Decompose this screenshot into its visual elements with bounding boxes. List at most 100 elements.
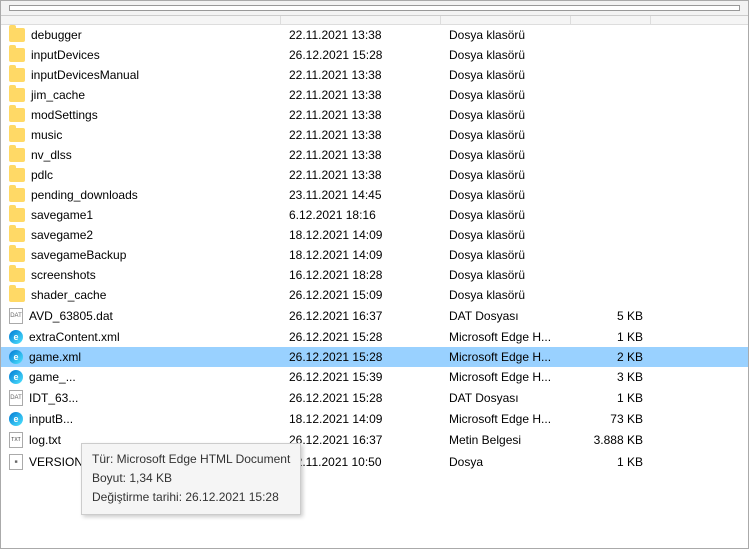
file-name-cell: pdlc (1, 166, 281, 184)
tooltip-line: Değiştirme tarihi: 26.12.2021 15:28 (92, 488, 290, 507)
file-kind: Microsoft Edge H... (441, 348, 571, 366)
file-modified: 26.12.2021 15:28 (281, 46, 441, 64)
file-kind: Dosya klasörü (441, 286, 571, 304)
table-row[interactable]: music 22.11.2021 13:38 Dosya klasörü (1, 125, 748, 145)
file-modified: 26.12.2021 15:28 (281, 389, 441, 407)
file-kind: Dosya klasörü (441, 266, 571, 284)
table-row[interactable]: nv_dlss 22.11.2021 13:38 Dosya klasörü (1, 145, 748, 165)
file-kind: Dosya (441, 453, 571, 471)
table-row[interactable]: e game_... 26.12.2021 15:39 Microsoft Ed… (1, 367, 748, 387)
file-name: music (31, 128, 62, 142)
folder-icon (9, 228, 25, 242)
txt-icon: TXT (9, 432, 23, 448)
file-name: AVD_63805.dat (29, 309, 113, 323)
file-kind: Dosya klasörü (441, 226, 571, 244)
file-list-container: debugger 22.11.2021 13:38 Dosya klasörü … (1, 25, 748, 548)
file-modified: 22.11.2021 13:38 (281, 106, 441, 124)
file-name: game.xml (29, 350, 81, 364)
table-row[interactable]: savegame2 18.12.2021 14:09 Dosya klasörü (1, 225, 748, 245)
file-size (571, 133, 651, 137)
file-name: shader_cache (31, 288, 106, 302)
file-kind: Dosya klasörü (441, 206, 571, 224)
address-bar (1, 1, 748, 16)
table-row[interactable]: TXT log.txt 26.12.2021 16:37 Metin Belge… (1, 429, 748, 451)
file-modified: 22.11.2021 13:38 (281, 146, 441, 164)
file-name-cell: screenshots (1, 266, 281, 284)
folder-icon (9, 128, 25, 142)
file-name-cell: music (1, 126, 281, 144)
file-size (571, 253, 651, 257)
file-modified: 22.11.2021 10:50 (281, 453, 441, 471)
col-size[interactable] (571, 16, 651, 24)
folder-icon (9, 268, 25, 282)
file-name: log.txt (29, 433, 61, 447)
file-name-cell: nv_dlss (1, 146, 281, 164)
file-modified: 26.12.2021 15:09 (281, 286, 441, 304)
table-row[interactable]: pdlc 22.11.2021 13:38 Dosya klasörü (1, 165, 748, 185)
file-size: 1 KB (571, 328, 651, 346)
file-size: 1 KB (571, 389, 651, 407)
file-name: pdlc (31, 168, 53, 182)
col-name[interactable] (1, 16, 281, 24)
table-row[interactable]: ■ VERSION 22.11.2021 10:50 Dosya 1 KB (1, 451, 748, 473)
file-modified: 26.12.2021 15:39 (281, 368, 441, 386)
table-row[interactable]: screenshots 16.12.2021 18:28 Dosya klasö… (1, 265, 748, 285)
file-name-cell: inputDevicesManual (1, 66, 281, 84)
file-name-cell: TXT log.txt (1, 430, 281, 450)
file-name: savegameBackup (31, 248, 126, 262)
table-row[interactable]: e extraContent.xml 26.12.2021 15:28 Micr… (1, 327, 748, 347)
folder-icon (9, 168, 25, 182)
file-modified: 26.12.2021 16:37 (281, 307, 441, 325)
file-name: savegame2 (31, 228, 93, 242)
file-modified: 18.12.2021 14:09 (281, 410, 441, 428)
file-name-cell: jim_cache (1, 86, 281, 104)
file-name: modSettings (31, 108, 98, 122)
table-row[interactable]: shader_cache 26.12.2021 15:09 Dosya klas… (1, 285, 748, 305)
edge-icon: e (9, 330, 23, 344)
file-size (571, 33, 651, 37)
table-row[interactable]: savegame1 6.12.2021 18:16 Dosya klasörü (1, 205, 748, 225)
table-row[interactable]: DAT AVD_63805.dat 26.12.2021 16:37 DAT D… (1, 305, 748, 327)
dat-icon: DAT (9, 308, 23, 324)
file-kind: Metin Belgesi (441, 431, 571, 449)
table-row[interactable]: debugger 22.11.2021 13:38 Dosya klasörü (1, 25, 748, 45)
file-kind: Dosya klasörü (441, 26, 571, 44)
file-size (571, 213, 651, 217)
table-row[interactable]: modSettings 22.11.2021 13:38 Dosya klasö… (1, 105, 748, 125)
table-row[interactable]: e game.xml 26.12.2021 15:28 Microsoft Ed… (1, 347, 748, 367)
file-modified: 26.12.2021 15:28 (281, 348, 441, 366)
file-kind: Microsoft Edge H... (441, 410, 571, 428)
table-row[interactable]: DAT IDT_63... 26.12.2021 15:28 DAT Dosya… (1, 387, 748, 409)
file-name: IDT_63... (29, 391, 78, 405)
file-name: inputDevices (31, 48, 100, 62)
file-kind: Dosya klasörü (441, 186, 571, 204)
file-kind: Microsoft Edge H... (441, 328, 571, 346)
file-modified: 22.11.2021 13:38 (281, 166, 441, 184)
table-row[interactable]: pending_downloads 23.11.2021 14:45 Dosya… (1, 185, 748, 205)
file-name-cell: savegameBackup (1, 246, 281, 264)
table-row[interactable]: jim_cache 22.11.2021 13:38 Dosya klasörü (1, 85, 748, 105)
col-modified[interactable] (281, 16, 441, 24)
file-explorer-window: debugger 22.11.2021 13:38 Dosya klasörü … (0, 0, 749, 549)
file-name-cell: e extraContent.xml (1, 328, 281, 346)
file-size: 1 KB (571, 453, 651, 471)
file-name-cell: inputDevices (1, 46, 281, 64)
file-name-cell: savegame2 (1, 226, 281, 244)
file-name: screenshots (31, 268, 96, 282)
file-size (571, 193, 651, 197)
col-type[interactable] (441, 16, 571, 24)
table-row[interactable]: inputDevices 26.12.2021 15:28 Dosya klas… (1, 45, 748, 65)
table-row[interactable]: inputDevicesManual 22.11.2021 13:38 Dosy… (1, 65, 748, 85)
file-modified: 23.11.2021 14:45 (281, 186, 441, 204)
file-kind: Microsoft Edge H... (441, 368, 571, 386)
file-name-cell: ■ VERSION (1, 452, 281, 472)
file-kind: DAT Dosyası (441, 389, 571, 407)
column-header (1, 16, 748, 25)
file-modified: 16.12.2021 18:28 (281, 266, 441, 284)
edge-icon: e (9, 412, 23, 426)
table-row[interactable]: savegameBackup 18.12.2021 14:09 Dosya kl… (1, 245, 748, 265)
file-name: game_... (29, 370, 76, 384)
address-input[interactable] (9, 5, 740, 11)
table-row[interactable]: e inputB... 18.12.2021 14:09 Microsoft E… (1, 409, 748, 429)
file-name: extraContent.xml (29, 330, 120, 344)
